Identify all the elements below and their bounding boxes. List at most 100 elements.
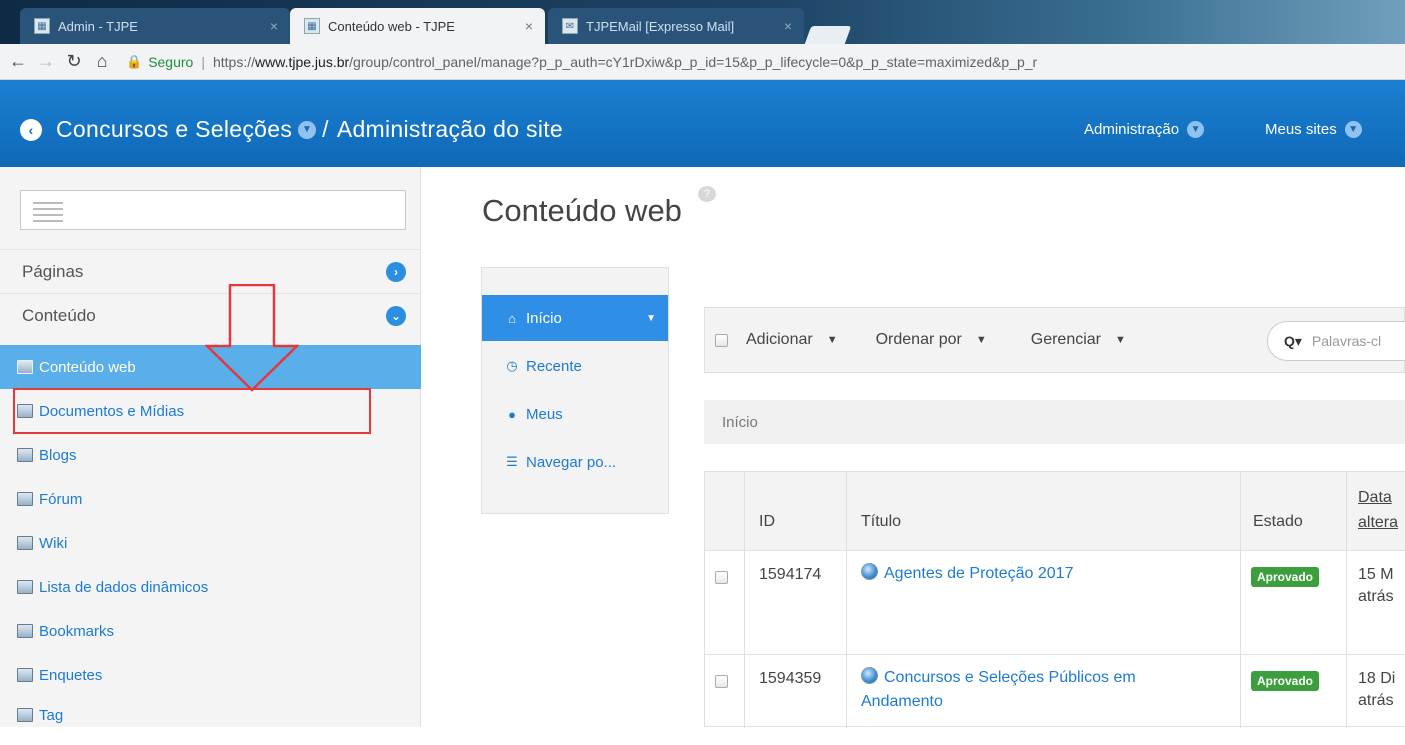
table-header (705, 472, 1405, 551)
annotation-arrow-icon (205, 284, 299, 392)
chevron-right-icon: › (386, 261, 406, 282)
caret-down-icon[interactable]: ▼ (646, 313, 656, 324)
sidebar-item-label: Bookmarks (39, 622, 115, 640)
nav-mine[interactable]: ● Meus (482, 391, 668, 437)
site-dropdown-icon[interactable]: ▼ (298, 120, 317, 139)
row-date-line2: atrás (1358, 692, 1394, 709)
sidebar-search-input[interactable] (20, 190, 406, 230)
blogs-icon (17, 448, 33, 462)
caret-down-icon: ▼ (975, 334, 987, 346)
row-title-link[interactable]: Concursos e Seleções Públicos em (861, 667, 1136, 689)
data-list-icon (17, 580, 33, 594)
sidebar-item-label: Blogs (39, 446, 77, 464)
back-chevron-icon[interactable]: ‹ (20, 118, 42, 141)
tab-close-icon[interactable]: × (270, 18, 278, 34)
browser-tab-conteudo-web[interactable]: ▦ Conteúdo web - TJPE × (290, 8, 545, 44)
sidebar-item-polls[interactable]: Enquetes (0, 653, 421, 697)
table-row[interactable]: 1594174 Agentes de Proteção 2017 Aprovad… (705, 551, 1405, 655)
manage-dropdown[interactable]: Gerenciar ▼ (1031, 331, 1126, 349)
sidebar-item-label: Fórum (39, 490, 83, 508)
nav-label: Meus (526, 405, 563, 423)
url-path: /group/control_panel/manage?p_p_auth=cY1… (349, 53, 1038, 70)
my-sites-menu[interactable]: Meus sites ▼ (1265, 121, 1368, 138)
site-favicon-icon: ▦ (34, 18, 50, 34)
row-checkbox[interactable] (715, 675, 728, 688)
nav-home[interactable]: ⌂ Início ▼ (482, 295, 668, 341)
home-icon[interactable]: ⌂ (88, 51, 116, 72)
url-input[interactable]: 🔒 Seguro | https://www.tjpe.jus.br/group… (126, 48, 1405, 76)
keywords-search-input[interactable]: Q▾ Palavras-cl (1267, 321, 1405, 361)
forum-icon (17, 492, 33, 506)
nav-label: Navegar po... (526, 453, 617, 471)
secure-label: Seguro (148, 53, 194, 70)
browser-tab-admin[interactable]: ▦ Admin - TJPE × (20, 8, 290, 44)
site-name[interactable]: Concursos e Seleções (56, 116, 292, 143)
nav-recent[interactable]: ◷ Recente (482, 343, 668, 389)
url-scheme: https:// (212, 53, 256, 70)
list-icon: ☰ (506, 454, 518, 469)
tab-title: Conteúdo web - TJPE (328, 18, 455, 34)
bookmarks-icon (17, 624, 33, 638)
tag-icon (17, 708, 33, 722)
panel-label: Páginas (22, 261, 84, 281)
help-icon[interactable]: ? (698, 186, 716, 202)
chevron-down-icon: ▼ (1344, 121, 1362, 138)
header-modified-date[interactable]: Data (1358, 487, 1392, 509)
site-favicon-icon: ▦ (304, 18, 320, 34)
lock-icon: 🔒 (126, 53, 143, 69)
browser-tab-expresso-mail[interactable]: ✉ TJPEMail [Expresso Mail] × (548, 8, 804, 44)
select-all-checkbox[interactable] (715, 333, 728, 347)
sidebar-item-label: Lista de dados dinâmicos (39, 578, 209, 596)
tab-close-icon[interactable]: × (525, 18, 533, 34)
row-id: 1594359 (759, 670, 822, 687)
new-tab-button[interactable] (804, 26, 852, 44)
breadcrumb: Início (704, 400, 1405, 444)
sidebar-item-bookmarks[interactable]: Bookmarks (0, 609, 421, 653)
header-modified-date-line2[interactable]: altera (1358, 512, 1398, 534)
sidebar-item-label: Tag (39, 706, 64, 724)
web-content-icon (17, 360, 33, 374)
caret-down-icon: ▼ (826, 334, 838, 346)
caret-down-icon: ▼ (1115, 334, 1126, 346)
sidebar-item-forum[interactable]: Fórum (0, 477, 421, 521)
sidebar-item-blogs[interactable]: Blogs (0, 433, 421, 477)
wiki-icon (17, 536, 33, 550)
content-toolbar: Adicionar ▼ Ordenar por ▼ Gerenciar ▼ Q▾… (704, 307, 1405, 373)
order-by-dropdown[interactable]: Ordenar por ▼ (876, 331, 987, 349)
forward-arrow-icon[interactable]: → (32, 51, 60, 72)
site-header: ‹ Concursos e Seleções ▼ / Administração… (0, 80, 1405, 167)
sidebar-item-tag[interactable]: Tag (0, 693, 421, 737)
reload-icon[interactable]: ↻ (60, 51, 88, 72)
order-label: Ordenar por (875, 331, 962, 348)
lines-icon (33, 202, 63, 226)
row-checkbox[interactable] (715, 571, 728, 584)
control-panel-sidebar: Páginas › Conteúdo ⌄ Conteúdo web Docume… (0, 167, 421, 727)
back-arrow-icon[interactable]: ← (4, 51, 32, 72)
sidebar-item-wiki[interactable]: Wiki (0, 521, 421, 565)
url-host: www.tjpe.jus.br (255, 53, 350, 70)
search-icon[interactable]: Q▾ (1284, 333, 1302, 350)
browser-address-bar: ← → ↻ ⌂ 🔒 Seguro | https://www.tjpe.jus.… (0, 44, 1405, 80)
search-placeholder: Palavras-cl (1311, 333, 1382, 349)
clock-icon: ◷ (506, 358, 518, 373)
add-label: Adicionar (746, 331, 813, 348)
admin-menu[interactable]: Administração ▼ (1084, 121, 1210, 138)
header-id[interactable]: ID (759, 513, 775, 531)
panel-label: Conteúdo (22, 305, 96, 325)
row-date: 15 M (1358, 566, 1394, 583)
row-title-link[interactable]: Agentes de Proteção 2017 (861, 563, 1073, 585)
row-id: 1594174 (759, 566, 822, 583)
header-state[interactable]: Estado (1253, 513, 1303, 531)
polls-icon (17, 668, 33, 682)
browser-tab-bar: ▦ Admin - TJPE × ▦ Conteúdo web - TJPE ×… (0, 0, 1405, 44)
tab-close-icon[interactable]: × (784, 18, 792, 34)
sidebar-item-dynamic-data-lists[interactable]: Lista de dados dinâmicos (0, 565, 421, 609)
header-title[interactable]: Título (861, 513, 901, 531)
table-row[interactable]: 1594359 Concursos e Seleções Públicos em… (705, 655, 1405, 745)
add-dropdown[interactable]: Adicionar ▼ (746, 331, 838, 349)
breadcrumb-home[interactable]: Início (722, 414, 758, 431)
status-badge: Aprovado (1251, 671, 1320, 691)
tab-title: Admin - TJPE (58, 18, 138, 34)
row-title-line2[interactable]: Andamento (861, 691, 943, 713)
nav-browse-by[interactable]: ☰ Navegar po... (482, 439, 668, 485)
